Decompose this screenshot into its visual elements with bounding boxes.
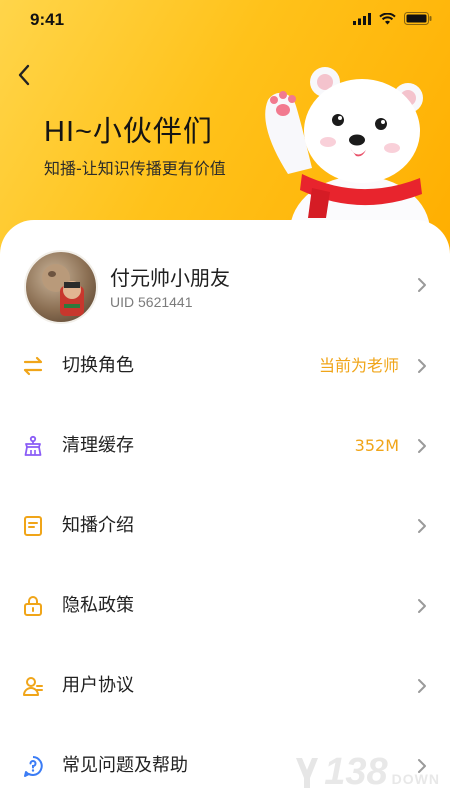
user-id: UID 5621441 [110,294,193,310]
menu-label: 清理缓存 [62,435,134,456]
document-icon [24,516,42,536]
chevron-right-icon [418,599,426,613]
signal-icon [353,12,371,25]
status-bar: 9:41 [0,0,450,44]
back-button[interactable] [12,60,38,90]
menu-label: 知播介绍 [62,515,134,536]
settings-card: 付元帅小朋友 UID 5621441 切换角色 当前为老师 清理缓存 352M [0,220,450,800]
watermark-suffix: DOWN [391,770,440,787]
current-role-value: 当前为老师 [318,356,399,375]
menu-item-clear-cache[interactable]: 清理缓存 352M [0,406,450,486]
battery-icon [404,12,432,25]
menu-item-switch-role[interactable]: 切换角色 当前为老师 [0,326,450,406]
watermark-number: 138 [324,751,388,793]
status-time: 9:41 [30,10,65,29]
username: 付元帅小朋友 [110,266,230,290]
watermark-logo-icon [296,757,319,788]
lock-icon [24,596,42,616]
menu-item-privacy-policy[interactable]: 隐私政策 [0,566,450,646]
avatar-figure-icon [42,264,84,316]
chevron-right-icon [418,278,426,292]
chevron-right-icon [418,519,426,533]
avatar [24,250,98,324]
menu-label: 隐私政策 [62,595,134,616]
chevron-right-icon [418,359,426,373]
menu-label: 用户协议 [62,675,134,696]
site-watermark: 138 DOWN [294,751,440,794]
menu-label: 常见问题及帮助 [62,755,188,776]
chevron-right-icon [418,439,426,453]
swap-icon [23,356,43,376]
cache-size-value: 352M [354,436,399,455]
chevron-right-icon [418,679,426,693]
profile-row[interactable]: 付元帅小朋友 UID 5621441 [0,220,450,340]
polar-bear-mascot-icon [265,67,430,236]
broom-icon [24,435,42,456]
menu-label: 切换角色 [62,355,134,376]
user-agreement-icon [23,677,43,696]
slogan-text: 知播-让知识传播更有价值 [44,159,226,178]
help-icon [24,756,43,777]
menu-item-introduction[interactable]: 知播介绍 [0,486,450,566]
status-icons [353,12,432,25]
greeting-title: HI~小伙伴们 [44,116,213,148]
menu-item-user-agreement[interactable]: 用户协议 [0,646,450,726]
wifi-icon [379,12,396,24]
